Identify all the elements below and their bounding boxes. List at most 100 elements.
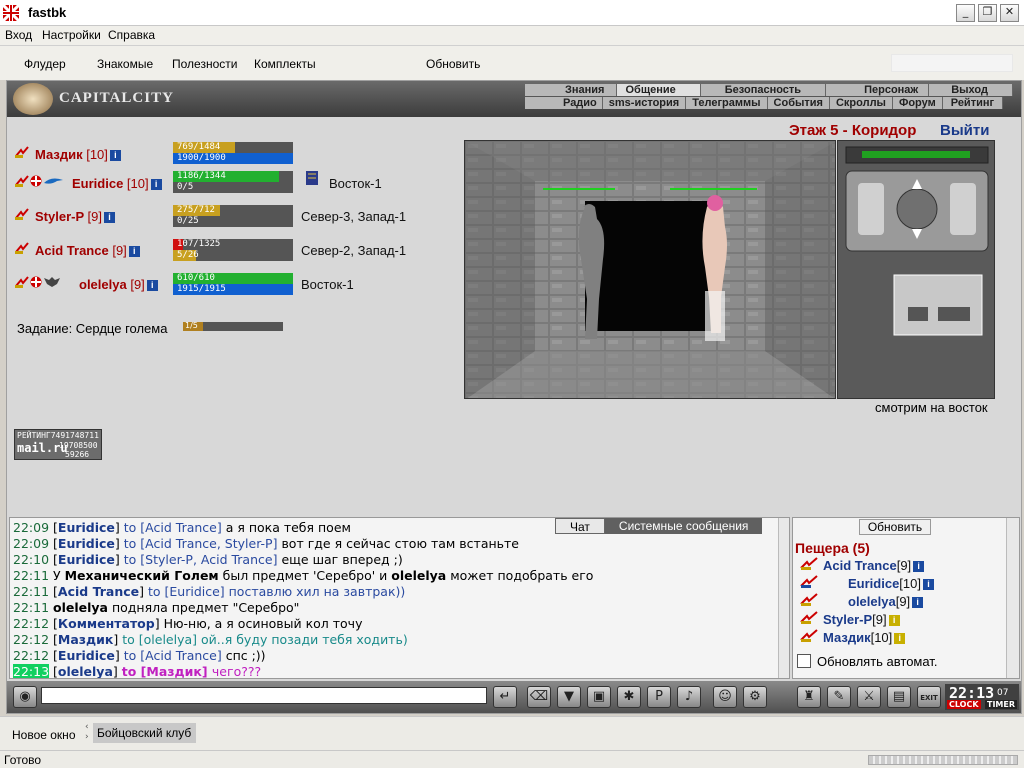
close-button[interactable]: ✕ [1000,4,1019,22]
chat-scrollbar[interactable] [778,518,789,678]
info-icon[interactable]: i [922,579,934,590]
turn-left-icon[interactable] [858,183,884,235]
info-icon[interactable]: i [913,561,925,572]
chat-author[interactable]: olelelya [58,664,113,678]
sound-icon[interactable]: ♪ [677,686,701,708]
smiley-icon[interactable]: ☺ [713,686,737,708]
maximize-button[interactable]: ❐ [978,4,997,22]
toolbar-flooder[interactable]: Флудер [24,57,66,71]
dungeon-corridor-image [465,141,835,398]
chat-text: подняла предмет "Серебро" [108,600,300,615]
tab-fight-club[interactable]: Бойцовский клуб [93,723,196,743]
dungeon-view[interactable] [464,140,836,399]
info-icon[interactable]: i [150,179,162,190]
nav-events[interactable]: События [767,97,830,109]
nav-telegrams[interactable]: Телеграммы [686,97,768,109]
toolbar-search-input[interactable] [891,54,1013,72]
info-icon[interactable]: i [104,212,115,223]
speaker-icon[interactable]: ◉ [13,686,37,708]
chat-panel[interactable]: 22:09 [Euridice] to [Acid Trance] а я по… [9,517,790,679]
mailru-rating-counter[interactable]: РЕЙТИНГ7491748711 mail.ru 19708500 59266 [14,429,102,460]
nav-forum[interactable]: Форум [892,97,943,109]
chat-author[interactable]: Acid Trance [58,584,139,599]
menu-help[interactable]: Справка [108,28,155,42]
hp-bar: 1186/1344 [173,171,293,182]
chat-author[interactable]: Euridice [58,552,115,567]
nav-sms-history[interactable]: sms-история [602,97,687,109]
checkbox-icon[interactable] [797,654,811,668]
lock-icon[interactable]: ▤ [887,686,911,708]
toolbar-utilities[interactable]: Полезности [172,57,237,71]
room-member[interactable]: Acid Trance[9] i [823,558,925,573]
chat-entity: olelelya [53,600,108,615]
minimize-button[interactable]: _ [956,4,975,22]
chat-author[interactable]: Маздик [58,632,113,647]
options-icon[interactable]: ⚙ [743,686,767,708]
save-icon[interactable]: ▣ [587,686,611,708]
nav-exit[interactable]: Выход [929,84,1013,96]
nav-rating[interactable]: Рейтинг [942,97,1004,109]
room-refresh-button[interactable]: Обновить [859,519,931,535]
toolbar-sets[interactable]: Комплекты [254,57,316,71]
tab-system-messages[interactable]: Системные сообщения [604,518,763,534]
chat-timestamp: 22:11 [13,568,50,583]
filter-icon[interactable]: ▼ [557,686,581,708]
room-member[interactable]: Styler-P[9] i [823,612,900,627]
nav-back-icon[interactable] [908,231,926,247]
menu-login[interactable]: Вход [5,28,32,42]
chat-line: 22:10 [Euridice] to [Styler-P, Acid Tran… [13,552,403,567]
eraser-icon[interactable]: ⌫ [527,686,551,708]
chat-input-toolbar: ◉ ↵ ⌫ ▼ ▣ ✱ Р ♪ ☺ ⚙ ♜ ✎ ⚔ ▤ EXIT 22:13 0… [7,681,1021,713]
toolbar-refresh[interactable]: Обновить [426,57,480,71]
chat-text: вот где я сейчас стою там встаньте [281,536,519,551]
menu-settings[interactable]: Настройки [42,28,101,42]
room-member[interactable]: Euridice[10] i [848,576,934,591]
room-member[interactable]: Маздик[10] i [823,630,906,645]
chat-timestamp: 22:12 [13,648,50,663]
translit-icon[interactable]: Р [647,686,671,708]
fight-icon[interactable]: ⚔ [857,686,881,708]
info-icon[interactable]: i [912,597,924,608]
location-title: Этаж 5 - Коридор [789,122,917,139]
info-icon[interactable]: i [128,246,140,257]
chat-recipient: to [Acid Trance] [123,648,226,663]
nav-knowledge[interactable]: Знания [525,84,618,96]
tab-chat[interactable]: Чат [555,518,605,534]
chat-line: 22:12 [Euridice] to [Acid Trance] спс ;)… [13,648,266,663]
nav-scrolls[interactable]: Скроллы [829,97,893,109]
private-icon[interactable]: ✱ [617,686,641,708]
nav-radio[interactable]: Радио [525,97,603,109]
new-window-button[interactable]: Новое окно [12,728,76,742]
exit-icon[interactable]: EXIT [917,686,941,708]
party-leader-icon [15,145,29,158]
chat-text: У [53,568,65,583]
chat-author[interactable]: Euridice [58,520,115,535]
member-location: Север-2, Запад-1 [301,243,407,258]
quest-icon[interactable]: ✎ [827,686,851,708]
tab-scroll-icon[interactable]: ‹ › [85,722,89,742]
info-icon[interactable]: i [894,633,906,644]
auto-refresh-checkbox[interactable]: Обновлять автомат. [797,654,937,669]
nav-character[interactable]: Персонаж [826,84,930,96]
exit-location-link[interactable]: Выйти [940,122,989,139]
room-scrollbar[interactable] [1006,518,1019,678]
chat-input[interactable] [41,687,487,704]
chat-author[interactable]: Euridice [58,536,115,551]
turn-right-icon[interactable] [950,183,976,235]
info-icon[interactable]: i [109,150,121,161]
toolbar-friends[interactable]: Знакомые [97,57,153,71]
refresh-view-icon[interactable] [846,147,862,163]
nav-communication[interactable]: Общение [617,84,701,96]
chat-text: может подобрать его [446,568,594,583]
room-member[interactable]: olelelya[9] i [848,594,924,609]
nav-forward-icon[interactable] [908,173,926,189]
send-icon[interactable]: ↵ [493,686,517,708]
nav-security[interactable]: Безопасность [700,84,827,96]
inventory-icon[interactable]: ♜ [797,686,821,708]
info-icon[interactable]: i [146,280,158,291]
chat-author[interactable]: Комментатор [58,616,155,631]
info-icon[interactable]: i [888,615,900,626]
room-member-icons [800,557,818,642]
chat-author[interactable]: Euridice [58,648,115,663]
party-member-icon [15,241,29,254]
